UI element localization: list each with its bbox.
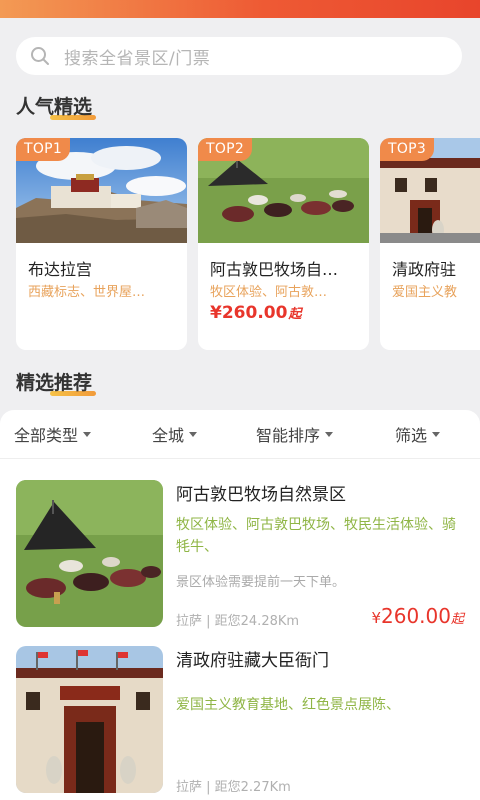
card-price: ¥260.00起 xyxy=(210,303,302,323)
popular-card[interactable]: TOP3 清政府驻 爱国主义教 xyxy=(380,138,480,350)
caret-down-icon xyxy=(325,431,334,437)
recommend-section-title: 精选推荐 xyxy=(16,368,96,396)
caret-down-icon xyxy=(83,431,92,437)
item-notice: 景区体验需要提前一天下单。 xyxy=(176,575,346,590)
pasture-photo: TOP2 xyxy=(198,138,369,243)
card-name: 布达拉宫 xyxy=(28,260,93,279)
item-tags: 爱国主义教育基地、红色景点展陈、 xyxy=(176,697,400,713)
recommend-panel: 全部类型 全城 智能排序 筛选 阿古敦巴牧场自然景区 牧区体验、阿古敦巴牧场、牧… xyxy=(0,410,480,800)
caret-down-icon xyxy=(189,431,198,437)
popular-section-title: 人气精选 xyxy=(16,92,96,120)
item-distance: 拉萨 | 距您24.28Km xyxy=(176,614,300,629)
item-distance: 拉萨 | 距您2.27Km xyxy=(176,780,291,795)
item-tags: 牧区体验、阿古敦巴牧场、牧民生活体验、骑牦牛、 xyxy=(176,517,456,555)
list-item[interactable]: 清政府驻藏大臣衙门 爱国主义教育基地、红色景点展陈、 拉萨 | 距您2.27Km xyxy=(16,646,464,800)
search-icon xyxy=(31,47,49,65)
card-tags: 西藏标志、世界屋… xyxy=(28,285,146,300)
filter-screen[interactable]: 筛选 xyxy=(395,422,441,446)
caret-down-icon xyxy=(432,431,441,437)
popular-card[interactable]: TOP2 阿古敦巴牧场自… 牧区体验、阿古敦… ¥260.00起 xyxy=(198,138,369,350)
card-name: 阿古敦巴牧场自… xyxy=(210,260,339,279)
top-gradient-bar xyxy=(0,0,480,18)
rank-badge: TOP1 xyxy=(16,138,71,161)
card-name: 清政府驻 xyxy=(392,260,457,279)
item-title: 清政府驻藏大臣衙门 xyxy=(176,651,329,671)
filter-city[interactable]: 全城 xyxy=(152,422,198,446)
pasture-thumbnail xyxy=(16,480,163,627)
card-tags: 爱国主义教 xyxy=(392,285,458,300)
item-title: 阿古敦巴牧场自然景区 xyxy=(176,485,346,505)
search-placeholder[interactable]: 搜索全省景区/门票 xyxy=(64,44,210,69)
card-tags: 牧区体验、阿古敦… xyxy=(210,285,328,300)
potala-palace-photo: TOP1 xyxy=(16,138,187,243)
yamen-thumbnail xyxy=(16,646,163,793)
filter-type[interactable]: 全部类型 xyxy=(14,422,92,446)
list-item[interactable]: 阿古敦巴牧场自然景区 牧区体验、阿古敦巴牧场、牧民生活体验、骑牦牛、 景区体验需… xyxy=(16,480,464,630)
yamen-photo: TOP3 xyxy=(380,138,480,243)
rank-badge: TOP3 xyxy=(380,138,435,161)
popular-card[interactable]: TOP1 布达拉宫 西藏标志、世界屋… xyxy=(16,138,187,350)
search-bar[interactable]: 搜索全省景区/门票 xyxy=(16,37,462,75)
filter-bar: 全部类型 全城 智能排序 筛选 xyxy=(0,410,480,459)
filter-sort[interactable]: 智能排序 xyxy=(256,422,334,446)
popular-carousel[interactable]: TOP1 布达拉宫 西藏标志、世界屋… TOP2 阿古敦巴牧场自… 牧区体验、阿 xyxy=(16,138,480,350)
item-price: ¥260.00起 xyxy=(371,604,464,628)
rank-badge: TOP2 xyxy=(198,138,253,161)
